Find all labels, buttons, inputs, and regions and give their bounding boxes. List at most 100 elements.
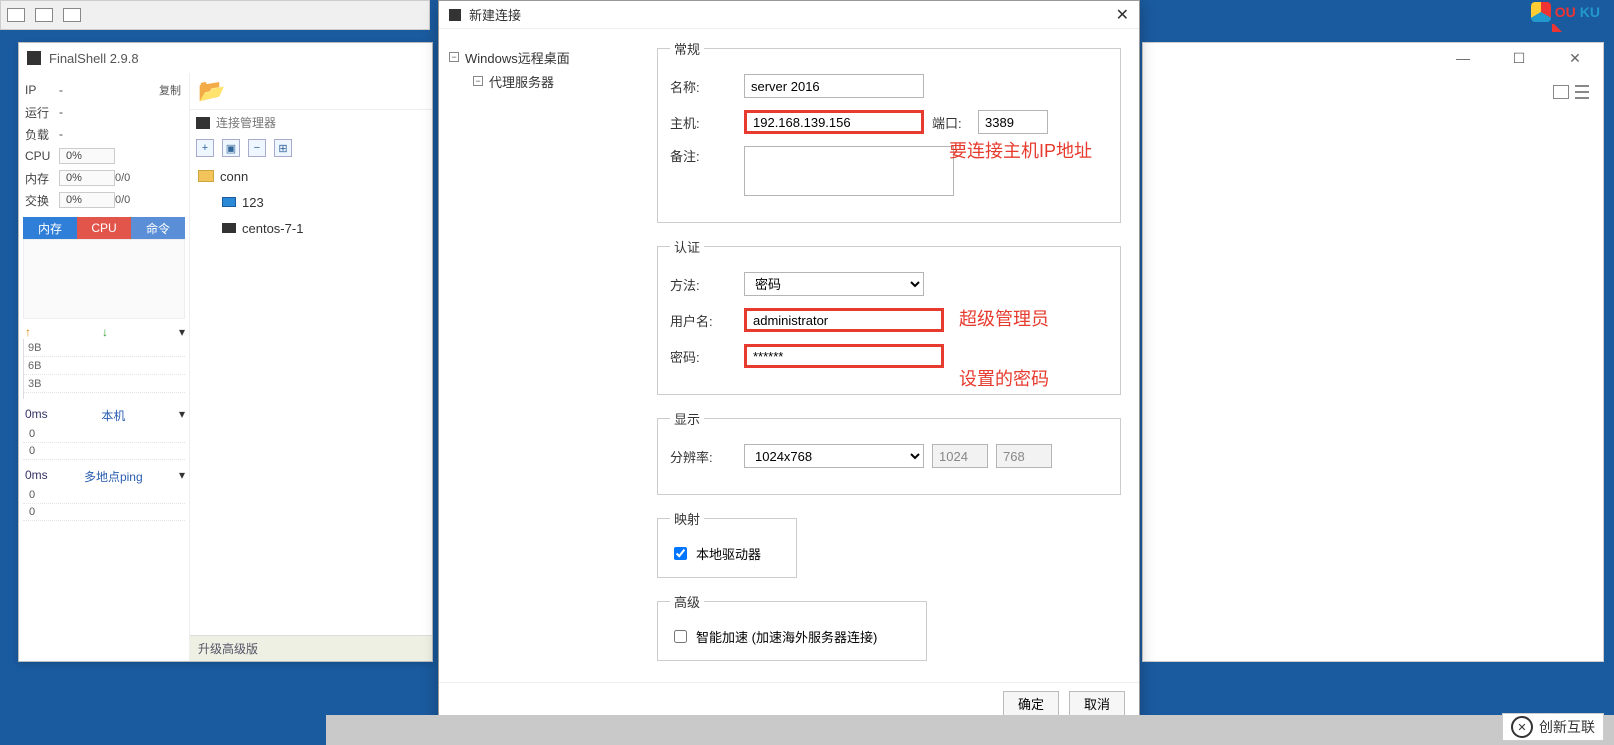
tree-folder-conn[interactable]: conn bbox=[194, 163, 428, 189]
bg-close-button[interactable]: ✕ bbox=[1557, 47, 1593, 69]
cpu-label: CPU bbox=[23, 149, 59, 163]
upgrade-text: 升级高级版 bbox=[198, 640, 258, 657]
taskbar-icon bbox=[7, 8, 25, 22]
tree-label: centos-7-1 bbox=[242, 221, 303, 236]
latency-row: 0 bbox=[23, 443, 185, 460]
local-drive-checkbox-label[interactable]: 本地驱动器 bbox=[670, 544, 784, 563]
finalshell-title-text: FinalShell 2.9.8 bbox=[49, 51, 139, 66]
upload-arrow-icon: ↑ bbox=[25, 325, 31, 339]
annotation-host: 要连接主机IP地址 bbox=[949, 137, 1092, 163]
resolution-label: 分辨率: bbox=[670, 447, 744, 466]
method-select[interactable]: 密码 bbox=[744, 272, 924, 296]
new-folder-button[interactable]: + bbox=[196, 139, 214, 157]
background-window: — ☐ ✕ bbox=[1142, 42, 1604, 662]
tree-collapse-icon[interactable]: − bbox=[449, 52, 459, 62]
usage-chart bbox=[23, 239, 185, 319]
pass-input[interactable] bbox=[744, 344, 944, 368]
accel-checkbox-label[interactable]: 智能加速 (加速海外服务器连接) bbox=[670, 627, 914, 646]
mem-label: 内存 bbox=[23, 170, 59, 187]
watermark: ✕ 创新互联 bbox=[1502, 713, 1604, 741]
local-drive-checkbox[interactable] bbox=[674, 547, 687, 560]
local-link[interactable]: 本机 bbox=[101, 407, 125, 424]
tree-windows-rdp[interactable]: − Windows远程桌面 bbox=[449, 45, 630, 69]
tab-cpu[interactable]: CPU bbox=[77, 217, 131, 239]
traffic-chart: 9B 6B 3B bbox=[23, 339, 185, 399]
user-input[interactable] bbox=[744, 308, 944, 332]
legend-general: 常规 bbox=[670, 39, 704, 58]
ouku-text-ou: OU bbox=[1555, 4, 1576, 20]
run-value: - bbox=[59, 105, 185, 119]
view-grid-icon[interactable] bbox=[1553, 85, 1569, 99]
ok-button[interactable]: 确定 bbox=[1003, 691, 1059, 717]
accel-checkbox[interactable] bbox=[674, 630, 687, 643]
legend-auth: 认证 bbox=[670, 237, 704, 256]
tree-proxy-server[interactable]: − 代理服务器 bbox=[449, 69, 630, 93]
height-input bbox=[996, 444, 1052, 468]
load-label: 负载 bbox=[23, 126, 59, 143]
collapse-button[interactable]: − bbox=[248, 139, 266, 157]
section-menu-icon[interactable]: ▾ bbox=[179, 468, 183, 485]
tab-memory[interactable]: 内存 bbox=[23, 217, 77, 239]
chart-row: 6B bbox=[24, 357, 185, 375]
latency-row: 0 bbox=[23, 426, 185, 443]
resolution-select[interactable]: 1024x768 bbox=[744, 444, 924, 468]
tree-item-123[interactable]: 123 bbox=[194, 189, 428, 215]
local-drive-text: 本地驱动器 bbox=[696, 544, 761, 563]
section-menu-icon[interactable]: ▾ bbox=[179, 407, 183, 424]
dialog-form: 常规 名称: 主机: 端口: 备注: 认证 bbox=[639, 29, 1139, 682]
finalshell-window: FinalShell 2.9.8 IP - 复制 运行 - 负载 - CPU 0… bbox=[18, 42, 433, 662]
dialog-title-text: 新建连接 bbox=[469, 5, 521, 24]
group-mapping: 映射 本地驱动器 bbox=[657, 509, 797, 578]
host-input[interactable] bbox=[744, 110, 924, 134]
tree-label: Windows远程桌面 bbox=[465, 48, 570, 67]
folder-icon bbox=[198, 170, 214, 182]
note-textarea[interactable] bbox=[744, 146, 954, 196]
pass-label: 密码: bbox=[670, 347, 744, 366]
connection-manager-title: 连接管理器 bbox=[216, 114, 276, 131]
tree-item-centos[interactable]: centos-7-1 bbox=[194, 215, 428, 241]
tree-label: 代理服务器 bbox=[489, 72, 554, 91]
taskbar-icon bbox=[35, 8, 53, 22]
port-input[interactable] bbox=[978, 110, 1048, 134]
new-connection-dialog: 新建连接 ✕ − Windows远程桌面 − 代理服务器 常规 名称: bbox=[438, 0, 1140, 725]
bg-maximize-button[interactable]: ☐ bbox=[1501, 47, 1537, 69]
bg-minimize-button[interactable]: — bbox=[1445, 47, 1481, 69]
latency-local-label: 0ms bbox=[25, 407, 48, 424]
ouku-text-ku: KU bbox=[1580, 4, 1600, 20]
cancel-button[interactable]: 取消 bbox=[1069, 691, 1125, 717]
tree-collapse-icon[interactable]: − bbox=[473, 76, 483, 86]
name-input[interactable] bbox=[744, 74, 924, 98]
run-label: 运行 bbox=[23, 104, 59, 121]
new-conn-button[interactable]: ▣ bbox=[222, 139, 240, 157]
dialog-category-tree: − Windows远程桌面 − 代理服务器 bbox=[439, 29, 639, 682]
tab-command[interactable]: 命令 bbox=[131, 217, 185, 239]
finalshell-titlebar: FinalShell 2.9.8 bbox=[19, 43, 432, 73]
swap-ratio: 0/0 bbox=[115, 194, 134, 206]
dialog-titlebar: 新建连接 ✕ bbox=[439, 1, 1139, 29]
legend-display: 显示 bbox=[670, 409, 704, 428]
dialog-close-button[interactable]: ✕ bbox=[1116, 5, 1129, 25]
connection-toolbar: + ▣ − ⊞ bbox=[190, 135, 432, 161]
menu-dots-icon[interactable]: ▾ bbox=[179, 325, 183, 339]
swap-label: 交换 bbox=[23, 192, 59, 209]
upgrade-banner[interactable]: 升级高级版 bbox=[190, 635, 432, 661]
open-folder-icon[interactable]: 📂 bbox=[198, 78, 225, 104]
taskbar-icon bbox=[63, 8, 81, 22]
load-value: - bbox=[59, 127, 185, 141]
tree-label: 123 bbox=[242, 195, 264, 210]
name-label: 名称: bbox=[670, 77, 744, 96]
connection-manager-icon bbox=[196, 117, 210, 129]
group-advanced: 高级 智能加速 (加速海外服务器连接) bbox=[657, 592, 927, 661]
latency-multi-label: 0ms bbox=[25, 468, 48, 485]
finalshell-app-icon bbox=[27, 51, 41, 65]
dialog-icon bbox=[449, 9, 461, 21]
copy-button[interactable]: 复制 bbox=[159, 82, 185, 98]
ouku-glyph-icon bbox=[1531, 2, 1551, 22]
expand-button[interactable]: ⊞ bbox=[274, 139, 292, 157]
multi-ping-link[interactable]: 多地点ping bbox=[84, 468, 143, 485]
annotation-user: 超级管理员 bbox=[959, 305, 1049, 331]
legend-mapping: 映射 bbox=[670, 509, 704, 528]
ouku-corner-icon bbox=[1552, 22, 1562, 32]
view-list-icon[interactable] bbox=[1575, 85, 1589, 99]
accel-text: 智能加速 (加速海外服务器连接) bbox=[696, 627, 877, 646]
